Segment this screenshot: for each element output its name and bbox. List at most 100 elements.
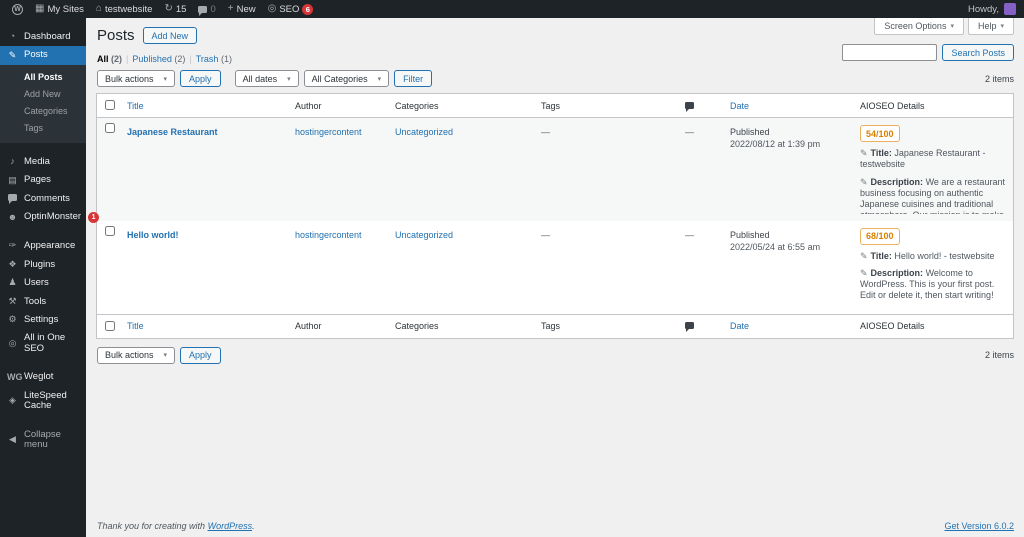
my-sites-menu[interactable]: ▦ My Sites bbox=[29, 0, 90, 18]
sidebar-item-weglot[interactable]: WG Weglot bbox=[0, 368, 86, 386]
items-count: 2 items bbox=[984, 73, 1014, 84]
admin-sidebar: ◔ Dashboard ✎ Posts All Posts Add New Cate… bbox=[0, 18, 100, 537]
bulk-actions-select[interactable]: Bulk actions ▾ bbox=[97, 70, 176, 87]
edit-pencil-icon[interactable]: ✎ bbox=[860, 177, 868, 187]
comments-empty: — bbox=[685, 229, 694, 240]
author-link[interactable]: hostingercontent bbox=[295, 230, 362, 240]
chevron-down-icon: ▾ bbox=[377, 75, 382, 83]
sidebar-item-all-in-one-seo[interactable]: ◎ All in One SEO bbox=[0, 329, 86, 358]
home-icon: ⌂ bbox=[95, 3, 102, 14]
row-checkbox[interactable] bbox=[105, 225, 115, 236]
screen-options-tab[interactable]: Screen Options ▾ bbox=[874, 18, 964, 35]
seo-score-badge[interactable]: 68/100 bbox=[860, 227, 900, 245]
bulk-actions-select[interactable]: Bulk actions ▾ bbox=[97, 346, 176, 364]
help-tab[interactable]: Help ▾ bbox=[967, 18, 1014, 35]
column-header-author: Author bbox=[289, 93, 389, 118]
sidebar-item-optinmonster[interactable]: ☻ OptinMonster 1 bbox=[0, 208, 100, 227]
column-header-title[interactable]: Title bbox=[127, 101, 144, 111]
sidebar-item-settings[interactable]: ⚙ Settings bbox=[0, 311, 86, 329]
categories-filter-select[interactable]: All Categories ▾ bbox=[303, 70, 390, 87]
main-content: Screen Options ▾ Help ▾ Posts Add New Sear… bbox=[86, 18, 1024, 537]
edit-pencil-icon[interactable]: ✎ bbox=[860, 148, 868, 158]
get-version-link[interactable]: Get Version 6.0.2 bbox=[944, 521, 1014, 531]
wordpress-link[interactable]: WordPress bbox=[208, 521, 253, 531]
collapse-menu-button[interactable]: ◀ Collapse menu bbox=[0, 426, 86, 455]
apply-button[interactable]: Apply bbox=[180, 70, 221, 87]
view-all[interactable]: All (2) bbox=[97, 54, 122, 64]
sidebar-item-media[interactable]: ♪ Media bbox=[0, 153, 86, 171]
filter-button[interactable]: Filter bbox=[394, 70, 433, 87]
edit-pencil-icon[interactable]: ✎ bbox=[860, 268, 868, 278]
chevron-down-icon: ▾ bbox=[950, 23, 954, 30]
dates-filter-select[interactable]: All dates ▾ bbox=[234, 70, 299, 87]
submenu-item-all-posts[interactable]: All Posts bbox=[0, 69, 86, 86]
add-new-button[interactable]: Add New bbox=[142, 27, 198, 44]
table-footer-row: Title Author Categories Tags Date AIOSEO… bbox=[96, 313, 1014, 338]
submenu-item-add-new[interactable]: Add New bbox=[0, 86, 86, 103]
post-title-link[interactable]: Japanese Restaurant bbox=[127, 127, 218, 137]
sidebar-item-litespeed-cache[interactable]: ◈ LiteSpeed Cache bbox=[0, 387, 86, 416]
select-all-checkbox[interactable] bbox=[105, 320, 115, 331]
seo-menu[interactable]: ◎ SEO 6 bbox=[262, 0, 320, 18]
search-posts-button[interactable]: Search Posts bbox=[942, 44, 1014, 61]
search-input[interactable] bbox=[842, 44, 938, 61]
sidebar-item-label: All in One SEO bbox=[24, 332, 66, 354]
column-header-title[interactable]: Title bbox=[127, 321, 144, 331]
post-status: Published bbox=[730, 127, 770, 137]
sidebar-item-users[interactable]: ♟ Users bbox=[0, 274, 86, 292]
apply-button[interactable]: Apply bbox=[180, 346, 221, 364]
sidebar-item-label: Plugins bbox=[24, 258, 56, 270]
sidebar-item-label: Settings bbox=[24, 313, 59, 325]
post-status: Published bbox=[730, 229, 770, 240]
submenu-item-categories[interactable]: Categories bbox=[0, 103, 86, 120]
sidebar-item-label: Media bbox=[24, 155, 50, 167]
seo-score-badge[interactable]: 54/100 bbox=[860, 125, 900, 142]
chevron-down-icon: ▾ bbox=[1000, 23, 1004, 30]
column-header-aioseo: AIOSEO Details bbox=[854, 313, 1014, 338]
author-link[interactable]: hostingercontent bbox=[295, 127, 362, 137]
comments-count: 0 bbox=[210, 3, 216, 15]
new-content-menu[interactable]: + New bbox=[222, 0, 262, 18]
select-all-checkbox[interactable] bbox=[105, 100, 115, 110]
row-checkbox[interactable] bbox=[105, 123, 115, 133]
post-date: 2022/08/12 at 1:39 pm bbox=[730, 139, 821, 149]
sidebar-item-comments[interactable]: Comments bbox=[0, 190, 86, 208]
screen-options-label: Screen Options bbox=[884, 21, 947, 31]
tags-empty: — bbox=[541, 127, 550, 137]
edit-pencil-icon[interactable]: ✎ bbox=[860, 251, 868, 261]
my-sites-label: My Sites bbox=[47, 3, 84, 15]
column-header-date[interactable]: Date bbox=[730, 321, 749, 331]
sidebar-item-label: Weglot bbox=[24, 371, 54, 383]
sidebar-item-appearance[interactable]: ✑ Appearance bbox=[0, 237, 86, 255]
sidebar-item-tools[interactable]: ⚒ Tools bbox=[0, 293, 86, 311]
site-name-menu[interactable]: ⌂ testwebsite bbox=[90, 0, 159, 18]
footer-thanks: Thank you for creating with WordPress. bbox=[97, 521, 255, 531]
submenu-item-tags[interactable]: Tags bbox=[0, 120, 86, 137]
wordpress-menu[interactable]: W bbox=[6, 0, 29, 18]
settings-icon: ⚙ bbox=[8, 314, 17, 325]
comments-menu[interactable]: 0 bbox=[192, 0, 221, 18]
tablenav-top: Bulk actions ▾ Apply All dates ▾ All Categ… bbox=[86, 64, 1024, 93]
post-date: 2022/05/24 at 6:55 am bbox=[730, 241, 821, 252]
collapse-arrow-icon: ◀ bbox=[9, 434, 16, 445]
chevron-down-icon: ▾ bbox=[163, 352, 168, 359]
help-label: Help bbox=[977, 21, 997, 31]
column-header-date[interactable]: Date bbox=[730, 101, 749, 111]
table-header-row: Title Author Categories Tags Date AIOSEO… bbox=[96, 93, 1014, 118]
category-link[interactable]: Uncategorized bbox=[395, 230, 453, 240]
seo-title-label: Title: bbox=[870, 148, 892, 158]
howdy-label[interactable]: Howdy, bbox=[968, 4, 999, 15]
sidebar-item-dashboard[interactable]: ◔ Dashboard bbox=[0, 28, 86, 46]
post-title-link[interactable]: Hello world! bbox=[127, 230, 179, 240]
view-published[interactable]: Published (2) bbox=[132, 54, 185, 64]
sidebar-item-posts[interactable]: ✎ Posts bbox=[0, 46, 86, 65]
column-header-tags: Tags bbox=[535, 313, 679, 338]
sidebar-item-pages[interactable]: ▤ Pages bbox=[0, 171, 86, 189]
sidebar-item-plugins[interactable]: ❖ Plugins bbox=[0, 256, 86, 274]
view-trash[interactable]: Trash (1) bbox=[196, 54, 232, 64]
seo-gauge-icon: ◎ bbox=[267, 3, 277, 14]
user-avatar[interactable] bbox=[1004, 3, 1016, 15]
tags-empty: — bbox=[541, 229, 550, 240]
category-link[interactable]: Uncategorized bbox=[395, 127, 453, 137]
updates-menu[interactable]: ↻ 15 bbox=[158, 0, 192, 18]
